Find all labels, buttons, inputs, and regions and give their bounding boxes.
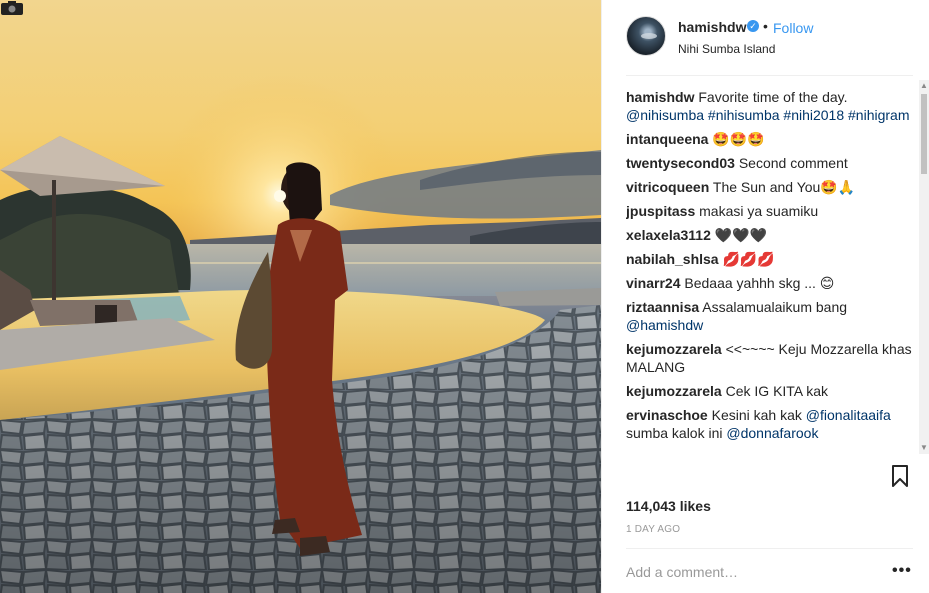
comment-text: Second comment (738, 155, 848, 171)
comment-username[interactable]: kejumozzarela (626, 383, 722, 399)
camera-icon[interactable] (0, 0, 24, 16)
comment-username[interactable]: vinarr24 (626, 275, 680, 291)
comment-username[interactable]: kejumozzarela (626, 341, 722, 357)
list-item: vinarr24 Bedaaa yahhh skg ... 😊 (626, 274, 916, 292)
bookmark-icon[interactable] (890, 464, 910, 488)
comment-username[interactable]: intanqueena (626, 131, 708, 147)
list-item: kejumozzarela Cek IG KITA kak (626, 382, 916, 400)
more-options-icon[interactable]: ••• (892, 562, 912, 580)
scrollbar-thumb[interactable] (921, 94, 927, 174)
list-item: kejumozzarela <<~~~~ Keju Mozzarella kha… (626, 340, 916, 376)
comments-list[interactable]: hamishdw Favorite time of the day. @nihi… (626, 88, 916, 452)
list-item: ervinaschoe Kesini kah kak @fionalitaaif… (626, 406, 916, 442)
comment-text: Kesini kah kak (711, 407, 802, 423)
comment-text: 🖤🖤🖤 (714, 227, 768, 243)
comment-mention[interactable]: @donnafarook (726, 425, 818, 441)
comment-username[interactable]: vitricoqueen (626, 179, 709, 195)
caption-tags[interactable]: @nihisumba #nihisumba #nihi2018 #nihigra… (626, 107, 910, 123)
comments-scrollbar[interactable]: ▲ ▼ (919, 80, 929, 454)
list-item: intanqueena 🤩🤩🤩 (626, 130, 916, 148)
caption-username[interactable]: hamishdw (626, 89, 694, 105)
post-header: hamishdw ✓ • Follow Nihi Sumba Island (626, 16, 915, 60)
comment-username[interactable]: xelaxela3112 (626, 227, 711, 243)
scroll-up-arrow-icon[interactable]: ▲ (919, 80, 929, 92)
post-photo[interactable] (0, 0, 601, 593)
comment-username[interactable]: jpuspitass (626, 203, 695, 219)
avatar[interactable] (626, 16, 666, 56)
post-side-panel: hamishdw ✓ • Follow Nihi Sumba Island ha… (601, 0, 929, 593)
list-item: twentysecond03 Second comment (626, 154, 916, 172)
comment-mention[interactable]: @hamishdw (626, 317, 703, 333)
comment-text: makasi ya suamiku (699, 203, 819, 219)
add-comment-input[interactable] (626, 564, 876, 580)
comment-text: 💋💋💋 (722, 251, 775, 267)
verified-badge-icon: ✓ (747, 20, 759, 32)
caption-text: Favorite time of the day. (698, 89, 848, 105)
comment-username[interactable]: twentysecond03 (626, 155, 735, 171)
comment-text: 🤩🤩🤩 (712, 131, 765, 147)
scroll-down-arrow-icon[interactable]: ▼ (919, 442, 929, 454)
sunset-scene-image (0, 0, 601, 593)
caption: hamishdw Favorite time of the day. @nihi… (626, 88, 916, 124)
comment-text: Bedaaa yahhh skg ... 😊 (684, 275, 835, 291)
header-divider (626, 75, 913, 76)
location-link[interactable]: Nihi Sumba Island (678, 42, 775, 56)
follow-button[interactable]: Follow (773, 20, 813, 36)
list-item: riztaannisa Assalamualaikum bang @hamish… (626, 298, 916, 334)
list-item: jpuspitass makasi ya suamiku (626, 202, 916, 220)
comment-text: Cek IG KITA kak (725, 383, 829, 399)
list-item: nabilah_shlsa 💋💋💋 (626, 250, 916, 268)
header-separator: • (763, 18, 768, 34)
footer-divider (626, 548, 913, 549)
post-timestamp: 1 DAY AGO (626, 524, 681, 535)
comment-text: Assalamualaikum bang (702, 299, 848, 315)
list-item: xelaxela3112 🖤🖤🖤 (626, 226, 916, 244)
comment-username[interactable]: ervinaschoe (626, 407, 708, 423)
comment-mention[interactable]: @fionalitaaifa (806, 407, 891, 423)
comment-username[interactable]: nabilah_shlsa (626, 251, 719, 267)
likes-count[interactable]: 114,043 likes (626, 498, 711, 514)
comment-text-continued: sumba kalok ini (626, 425, 723, 441)
comment-text: The Sun and You🤩🙏 (712, 179, 856, 195)
comment-username[interactable]: riztaannisa (626, 299, 699, 315)
header-username[interactable]: hamishdw (678, 19, 746, 35)
list-item: vitricoqueen The Sun and You🤩🙏 (626, 178, 916, 196)
